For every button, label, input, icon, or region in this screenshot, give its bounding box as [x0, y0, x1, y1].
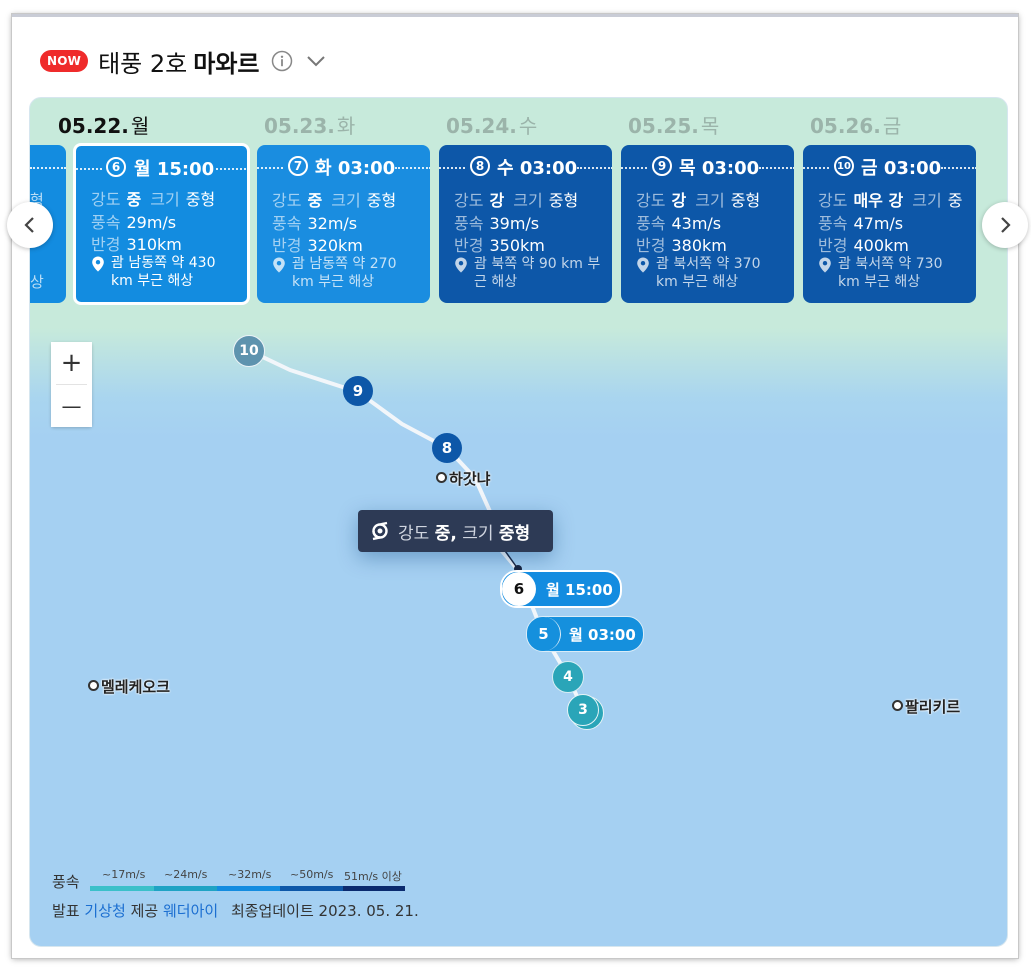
pill-label: 월 03:00 [569, 625, 636, 644]
agency-link[interactable]: 기상청 [84, 902, 125, 920]
provider-link[interactable]: 웨더아이 [163, 902, 218, 920]
tooltip-key: 크기 [462, 523, 494, 544]
legend-swatch [343, 886, 405, 891]
carousel-prev-button[interactable] [7, 202, 53, 248]
legend-swatch [217, 886, 280, 891]
track-marker-6-pill[interactable]: 6 월 15:00 [500, 570, 622, 608]
pill-number: 5 [527, 617, 561, 651]
legend-swatch [280, 886, 343, 891]
legend-label: 풍속 [52, 873, 80, 891]
track-marker-3[interactable]: 3 [567, 694, 599, 726]
title-prefix: 태풍 2호 [98, 49, 188, 78]
tooltip-value: 중, [434, 523, 457, 544]
update-time: 최종업데이트 2023. 05. 21. [230, 902, 419, 920]
top-divider [12, 14, 1018, 17]
tooltip-key: 강도 [398, 523, 430, 544]
zoom-out-button[interactable]: — [51, 385, 92, 427]
page-title: 태풍 2호 마와르 [98, 44, 259, 79]
pill-number: 6 [502, 572, 536, 606]
strength-tooltip: 강도 중, 크기 중형 [358, 510, 553, 552]
track-marker-8[interactable]: 8 [432, 433, 462, 463]
place-palikir: 팔리키르 [892, 696, 960, 717]
tooltip-value: 중형 [498, 523, 531, 544]
widget-header: NOW 태풍 2호 마와르 [40, 42, 327, 80]
track-marker-10[interactable]: 10 [233, 335, 265, 367]
now-badge: NOW [40, 50, 89, 72]
typhoon-panel: 05.22. 월 05.23. 화 05.24. 수 05.25. 목 05.26. 금 … [29, 97, 1008, 947]
legend-step: ~24m/s [164, 868, 208, 881]
legend-swatch [90, 886, 154, 891]
legend-swatch [154, 886, 217, 891]
track-marker-5-pill[interactable]: 5 월 03:00 [526, 616, 644, 652]
legend-step: 51m/s 이상 [344, 870, 402, 883]
chevron-left-icon [24, 217, 34, 233]
legend-step: ~32m/s [228, 868, 272, 881]
chevron-right-icon [1001, 217, 1011, 233]
chevron-down-icon[interactable] [305, 50, 327, 72]
track-marker-9[interactable]: 9 [343, 376, 373, 406]
source-prefix: 발표 [52, 902, 80, 920]
zoom-controls: + — [51, 342, 92, 427]
place-melekeok: 멜레케오크 [88, 676, 170, 697]
place-hagatna: 하갓냐 [436, 468, 490, 489]
track-marker-4[interactable]: 4 [552, 661, 584, 693]
source-line: 발표 기상청 제공 웨더아이 최종업데이트 2023. 05. 21. [52, 900, 419, 921]
wind-speed-legend: 풍속 ~17m/s ~24m/s ~32m/s ~50m/s 51m/s 이상 [52, 866, 452, 896]
zoom-in-button[interactable]: + [51, 342, 92, 384]
info-icon[interactable] [271, 50, 293, 72]
source-provided: 제공 [130, 902, 159, 920]
legend-step: ~50m/s [290, 868, 334, 881]
pill-label: 월 15:00 [546, 580, 613, 599]
carousel-next-button[interactable] [982, 202, 1028, 248]
typhoon-name: 마와르 [193, 49, 260, 78]
legend-step: ~17m/s [102, 868, 146, 881]
typhoon-icon [372, 521, 388, 541]
